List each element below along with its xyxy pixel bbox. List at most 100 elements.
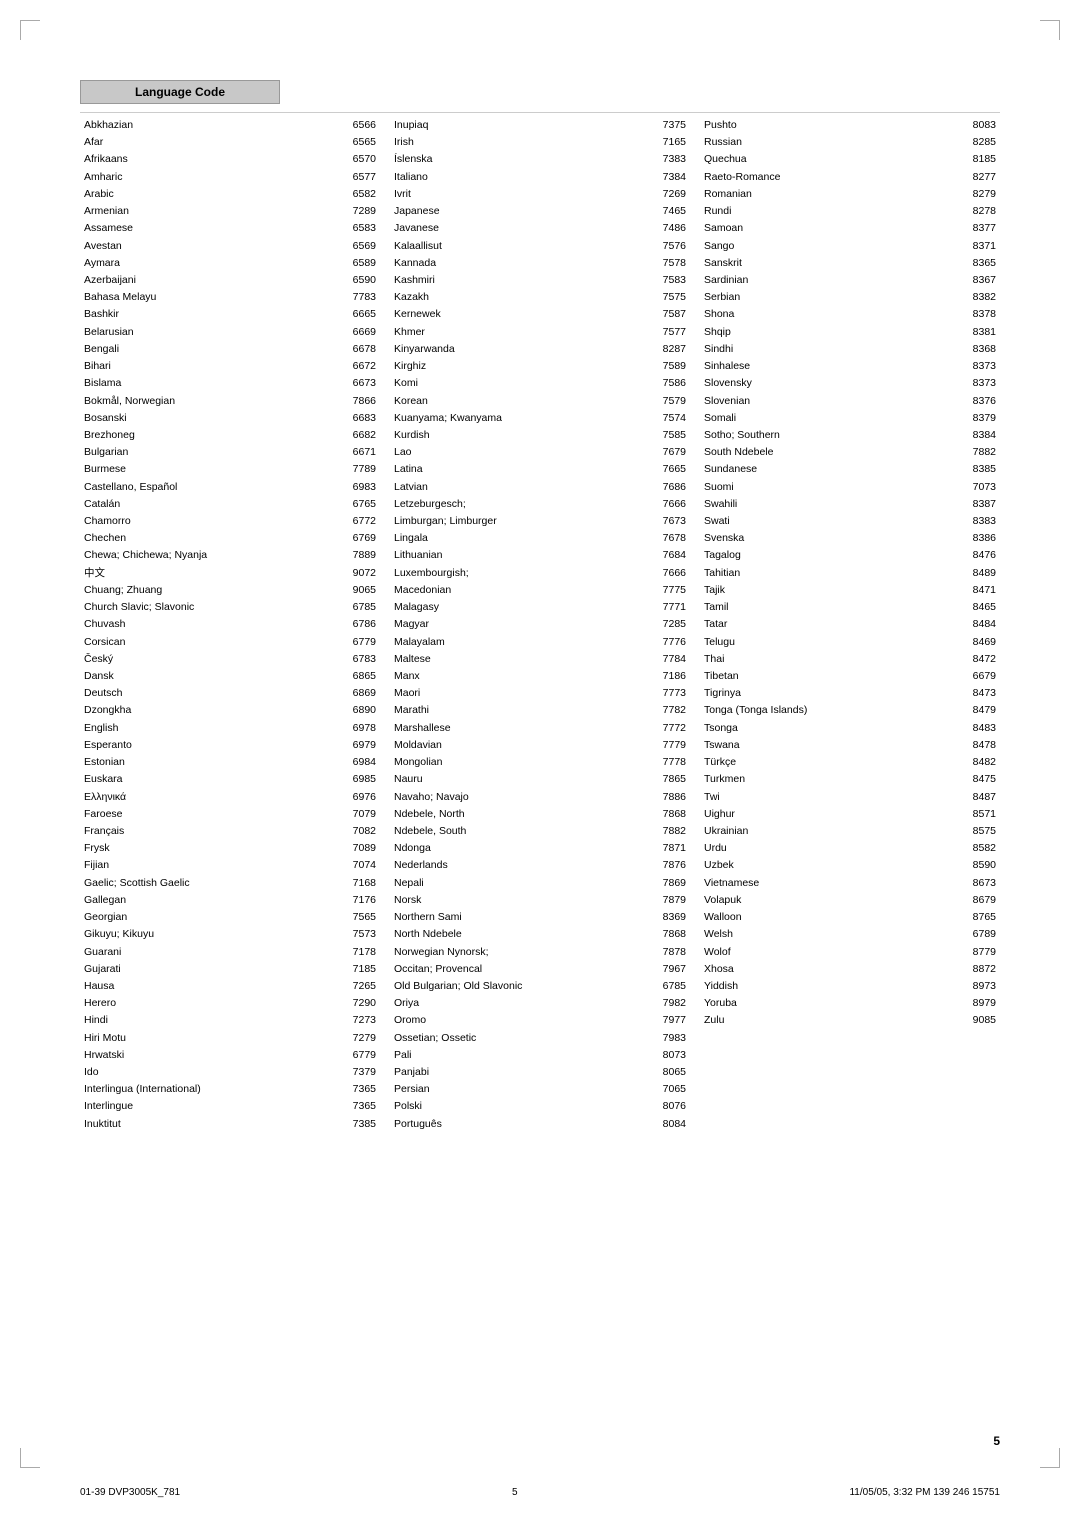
language-code: 6983	[341, 480, 376, 495]
list-item: Kannada7578	[390, 255, 690, 272]
language-name: Armenian	[84, 204, 341, 219]
language-code: 6673	[341, 376, 376, 391]
list-item: Burmese7789	[80, 461, 380, 478]
list-item: Vietnamese8673	[700, 875, 1000, 892]
language-name: Nederlands	[394, 858, 651, 873]
language-name: Tibetan	[704, 669, 961, 684]
language-name: Yiddish	[704, 979, 961, 994]
language-code: 8475	[961, 772, 996, 787]
language-name: Malagasy	[394, 600, 651, 615]
language-name: Gujarati	[84, 962, 341, 977]
language-code: 8279	[961, 187, 996, 202]
language-name: Kazakh	[394, 290, 651, 305]
language-name: Catalán	[84, 497, 341, 512]
language-code: 7465	[651, 204, 686, 219]
list-item: Chuvash6786	[80, 616, 380, 633]
list-item: Thai8472	[700, 651, 1000, 668]
list-item: Navaho; Navajo7886	[390, 789, 690, 806]
language-code: 8575	[961, 824, 996, 839]
language-code: 7165	[651, 135, 686, 150]
corner-mark-tl	[20, 20, 40, 40]
language-name: Latvian	[394, 480, 651, 495]
language-code: 6976	[341, 790, 376, 805]
language-code: 8381	[961, 325, 996, 340]
language-code: 6865	[341, 669, 376, 684]
language-name: Italiano	[394, 170, 651, 185]
language-name: Oriya	[394, 996, 651, 1011]
list-item: Bengali6678	[80, 341, 380, 358]
language-code: 7186	[651, 669, 686, 684]
language-code: 7575	[651, 290, 686, 305]
list-item: Faroese7079	[80, 806, 380, 823]
footer-right: 11/05/05, 3:32 PM 139 246 15751	[849, 1487, 1000, 1498]
language-code: 7772	[651, 721, 686, 736]
list-item: Persian7065	[390, 1081, 690, 1098]
language-code: 7865	[651, 772, 686, 787]
list-item: Magyar7285	[390, 616, 690, 633]
language-code: 7379	[341, 1065, 376, 1080]
language-code: 7783	[341, 290, 376, 305]
language-name: Suomi	[704, 480, 961, 495]
corner-mark-br	[1040, 1448, 1060, 1468]
list-item: Afrikaans6570	[80, 151, 380, 168]
list-item: North Ndebele7868	[390, 926, 690, 943]
language-name: Mongolian	[394, 755, 651, 770]
list-item: Quechua8185	[700, 151, 1000, 168]
language-code: 8369	[651, 910, 686, 925]
language-name: Chuang; Zhuang	[84, 583, 341, 598]
language-name: Tajik	[704, 583, 961, 598]
language-name: English	[84, 721, 341, 736]
list-item: Chechen6769	[80, 530, 380, 547]
language-name: Abkhazian	[84, 118, 341, 133]
language-name: Turkmen	[704, 772, 961, 787]
list-item: Hausa7265	[80, 978, 380, 995]
language-code: 6570	[341, 152, 376, 167]
language-code: 8076	[651, 1099, 686, 1114]
list-item: Azerbaijani6590	[80, 272, 380, 289]
language-code: 8386	[961, 531, 996, 546]
list-item: Türkçe8482	[700, 754, 1000, 771]
language-code: 8368	[961, 342, 996, 357]
language-code: 6678	[341, 342, 376, 357]
language-name: Hiri Motu	[84, 1031, 341, 1046]
language-name: Azerbaijani	[84, 273, 341, 288]
language-name: Luxembourgish;	[394, 566, 651, 581]
language-name: Slovensky	[704, 376, 961, 391]
language-code: 8465	[961, 600, 996, 615]
language-name: Kalaallisut	[394, 239, 651, 254]
language-code: 7589	[651, 359, 686, 374]
language-name: Twi	[704, 790, 961, 805]
list-item: Afar6565	[80, 134, 380, 151]
language-name: Kuanyama; Kwanyama	[394, 411, 651, 426]
language-code: 7871	[651, 841, 686, 856]
list-item: Latvian7686	[390, 479, 690, 496]
list-item: Italiano7384	[390, 169, 690, 186]
language-code: 7573	[341, 927, 376, 942]
language-code: 7866	[341, 394, 376, 409]
language-code: 8365	[961, 256, 996, 271]
language-code: 6772	[341, 514, 376, 529]
list-item: Georgian7565	[80, 909, 380, 926]
language-name: Kashmiri	[394, 273, 651, 288]
language-name: Gikuyu; Kikuyu	[84, 927, 341, 942]
list-item: Inuktitut7385	[80, 1116, 380, 1133]
language-code: 7583	[651, 273, 686, 288]
list-item: Moldavian7779	[390, 737, 690, 754]
list-item: Javanese7486	[390, 220, 690, 237]
language-code: 7775	[651, 583, 686, 598]
language-name: Burmese	[84, 462, 341, 477]
list-item: Kalaallisut7576	[390, 238, 690, 255]
language-code: 8872	[961, 962, 996, 977]
language-code: 7168	[341, 876, 376, 891]
language-code: 7882	[651, 824, 686, 839]
list-item: Français7082	[80, 823, 380, 840]
language-code: 6565	[341, 135, 376, 150]
list-item: Esperanto6979	[80, 737, 380, 754]
language-code: 8385	[961, 462, 996, 477]
language-name: Sardinian	[704, 273, 961, 288]
list-item: Arabic6582	[80, 186, 380, 203]
language-name: Irish	[394, 135, 651, 150]
language-name: Polski	[394, 1099, 651, 1114]
language-code: 8384	[961, 428, 996, 443]
list-item: Bulgarian6671	[80, 444, 380, 461]
